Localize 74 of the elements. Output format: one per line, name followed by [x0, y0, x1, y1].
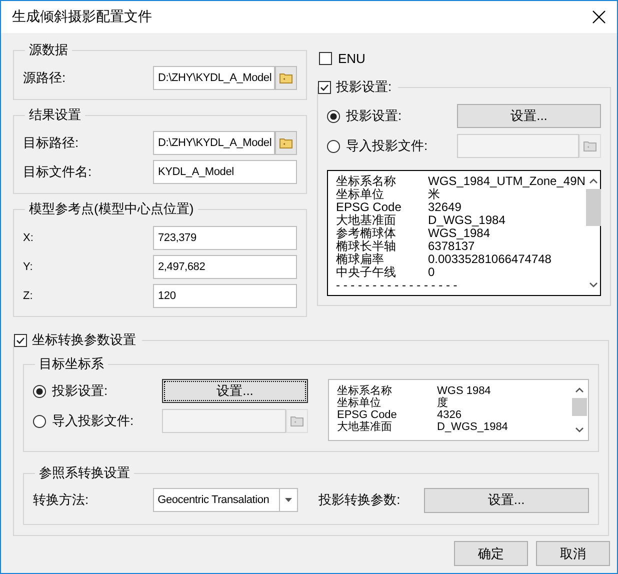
- checkbox-label: ENU: [338, 51, 366, 66]
- info-value: 4326: [437, 409, 462, 421]
- folder-icon: [279, 137, 293, 149]
- group-title: 模型参考点(模型中心点位置): [28, 200, 195, 218]
- field-label: 投影转换参数:: [318, 491, 402, 509]
- info-key: 坐标单位: [336, 188, 428, 201]
- info-key: 椭球长半轴: [336, 240, 428, 253]
- checkbox[interactable]: [14, 334, 27, 346]
- group-title: 参照系转换设置: [38, 464, 131, 482]
- info-key: 中央子午线: [336, 266, 428, 279]
- folder-icon: [583, 140, 597, 152]
- radio-button[interactable]: [33, 384, 46, 398]
- radio-label: 投影设置:: [346, 107, 402, 125]
- radio-label: 导入投影文件:: [52, 412, 134, 430]
- info-key: 坐标系名称: [337, 385, 437, 397]
- info-value: 6378137: [428, 240, 475, 253]
- info-value: 米: [428, 188, 440, 201]
- info-value: WGS 1984: [437, 385, 492, 397]
- radio-button[interactable]: [327, 140, 340, 152]
- dialog-button[interactable]: 确定: [454, 541, 528, 566]
- field-label: 转换方法:: [33, 491, 90, 509]
- group-title: 结果设置: [28, 106, 82, 124]
- info-value: WGS_1984_UTM_Zone_49N: [428, 175, 586, 188]
- input-field[interactable]: 120: [153, 284, 297, 308]
- radio-label: 投影设置:: [52, 382, 108, 400]
- group-title: 源数据: [28, 41, 69, 59]
- folder-icon: [290, 415, 304, 427]
- radio-button[interactable]: [33, 414, 46, 428]
- field-label: 源路径:: [23, 69, 66, 87]
- browse-button[interactable]: [275, 66, 297, 90]
- close-icon[interactable]: [591, 9, 607, 25]
- info-value: WGS_1984: [428, 227, 490, 240]
- info-key: 大地基准面: [336, 214, 428, 227]
- input-field[interactable]: KYDL_A_Model: [153, 160, 297, 184]
- input-field[interactable]: 723,379: [153, 226, 297, 250]
- checkbox-label: 坐标转换参数设置: [32, 331, 136, 349]
- info-separator: - - - - - - - - - - - - - - - - -: [336, 279, 458, 292]
- checkbox[interactable]: [319, 52, 332, 65]
- dialog-button[interactable]: 取消: [536, 541, 610, 566]
- group-title: 目标坐标系: [38, 355, 105, 373]
- info-value: D_WGS_1984: [437, 421, 509, 433]
- field-label: Z:: [23, 290, 33, 302]
- info-value: D_WGS_1984: [428, 214, 506, 227]
- input-field[interactable]: [457, 134, 579, 158]
- info-key: EPSG Code: [337, 409, 437, 421]
- field-label: 目标路径:: [23, 134, 79, 152]
- folder-icon: [279, 72, 293, 84]
- radio-label: 导入投影文件:: [346, 137, 428, 155]
- info-key: 坐标单位: [337, 397, 437, 409]
- settings-button[interactable]: 设置...: [162, 379, 308, 403]
- field-label: 目标文件名:: [23, 163, 92, 181]
- info-key: EPSG Code: [336, 201, 428, 214]
- info-key: 坐标系名称: [336, 175, 428, 188]
- field-label: X:: [23, 232, 34, 244]
- settings-button[interactable]: 设置...: [424, 488, 589, 512]
- field-label: Y:: [23, 261, 33, 273]
- info-value: 0.00335281066474748: [428, 253, 552, 266]
- settings-button[interactable]: 设置...: [457, 104, 601, 128]
- input-field[interactable]: D:\ZHY\KYDL_A_Model: [153, 66, 275, 90]
- browse-button[interactable]: [275, 131, 297, 155]
- info-key: 参考椭球体: [336, 227, 428, 240]
- info-key: 椭球扁率: [336, 253, 428, 266]
- checkbox[interactable]: [318, 80, 331, 94]
- info-key: 大地基准面: [337, 421, 437, 433]
- info-value: 32649: [428, 201, 462, 214]
- input-field[interactable]: [162, 409, 286, 433]
- radio-button[interactable]: [327, 110, 340, 122]
- info-value: 0: [428, 266, 436, 279]
- info-value: 度: [437, 397, 449, 409]
- caret-icon: [284, 498, 292, 502]
- window-title: 生成倾斜摄影配置文件: [12, 8, 152, 26]
- input-field[interactable]: D:\ZHY\KYDL_A_Model: [153, 131, 275, 155]
- checkbox-label: 投影设置:: [336, 78, 392, 96]
- input-field[interactable]: 2,497,682: [153, 255, 297, 279]
